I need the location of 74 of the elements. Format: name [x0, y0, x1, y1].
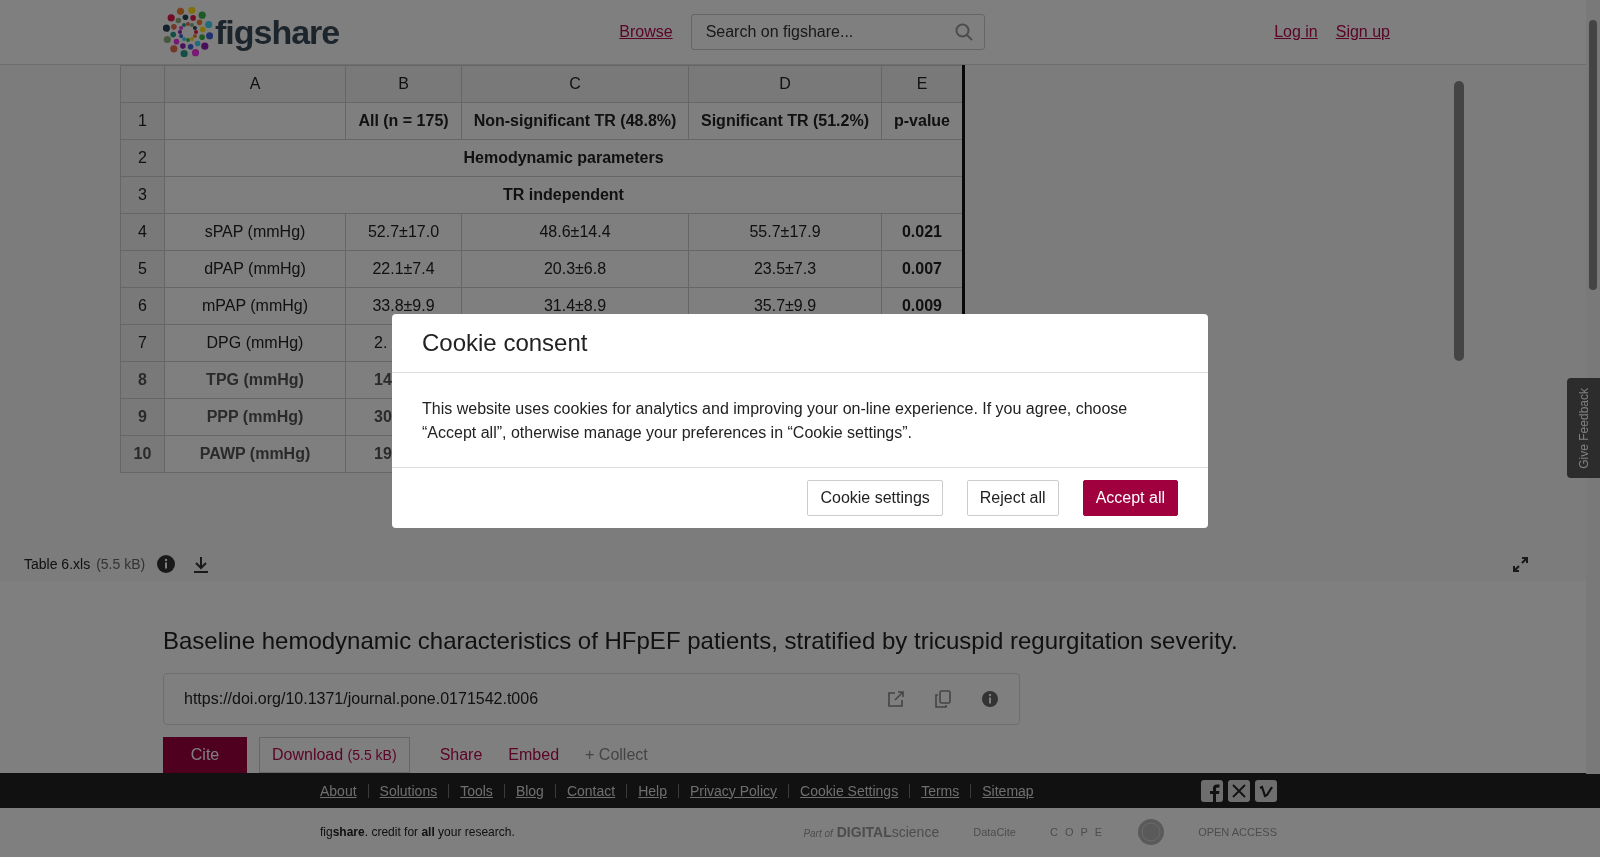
footer-link[interactable]: Solutions [379, 782, 438, 799]
scrollbar-thumb[interactable] [1589, 20, 1597, 290]
download-button[interactable]: Download (5.5 kB) [259, 737, 410, 773]
table-cell: DPG (mmHg) [164, 324, 346, 362]
auth-link[interactable]: Sign up [1335, 23, 1390, 41]
table-cell: 55.7±17.9 [688, 213, 882, 251]
external-link-icon[interactable] [887, 690, 905, 708]
table-cell: PPP (mmHg) [164, 398, 346, 436]
logo-text[interactable]: figshare [215, 12, 340, 52]
table-cell: TPG (mmHg) [164, 361, 346, 399]
facebook-icon[interactable] [1201, 779, 1223, 802]
column-header: C [461, 65, 689, 103]
feedback-tab[interactable]: Give Feedback [1567, 378, 1600, 478]
table-cell: 20.3±6.8 [461, 250, 689, 288]
doi-link[interactable]: https://doi.org/10.1371/journal.pone.0171542.t006 [184, 690, 857, 708]
table-cell: Non-significant TR (48.8%) [461, 102, 689, 140]
table-cell: PAWP (mmHg) [164, 435, 346, 473]
file-name: Table 6.xls [24, 556, 91, 572]
table-cell: 52.7±17.0 [345, 213, 462, 251]
column-header: A [164, 65, 346, 103]
expand-icon[interactable] [1513, 556, 1528, 572]
vimeo-icon[interactable] [1255, 779, 1277, 802]
footer-link[interactable]: Sitemap [982, 782, 1034, 799]
footer-link[interactable]: Help [638, 782, 667, 799]
footer-link[interactable]: About [320, 782, 357, 799]
row-number: 3 [120, 176, 165, 214]
dialog-button[interactable]: Accept all [1082, 480, 1178, 516]
scrollbar-thumb[interactable] [1454, 81, 1464, 361]
footer-link[interactable]: Cookie Settings [800, 782, 899, 799]
x-icon[interactable] [1228, 779, 1250, 802]
footer-link[interactable]: Blog [515, 782, 544, 799]
table-cell: 23.5±7.3 [688, 250, 882, 288]
footer-link[interactable]: Contact [566, 782, 616, 799]
tagline: figshare. credit for all your research. [320, 825, 515, 839]
row-number: 6 [120, 287, 165, 325]
info-icon[interactable] [981, 690, 999, 708]
row-number: 7 [120, 324, 165, 362]
row-number: 4 [120, 213, 165, 251]
table-cell: Significant TR (51.2%) [688, 102, 882, 140]
search-icon[interactable] [954, 23, 973, 41]
info-icon[interactable] [157, 555, 176, 573]
column-header: E [881, 65, 964, 103]
file-size: (5.5 kB) [96, 556, 146, 572]
dialog-button[interactable]: Cookie settings [807, 480, 943, 516]
row-number: 9 [120, 398, 165, 436]
row-number: 8 [120, 361, 165, 399]
copy-icon[interactable] [935, 690, 951, 708]
action-link[interactable]: Embed [508, 746, 560, 764]
dialog-button[interactable]: Reject all [966, 480, 1059, 516]
footer-link[interactable]: Tools [460, 782, 493, 799]
action-link[interactable]: Share [439, 746, 483, 764]
footer-link[interactable]: Terms [921, 782, 960, 799]
row-number: 2 [120, 139, 165, 177]
browse-link[interactable]: Browse [619, 23, 673, 41]
table-cell: sPAP (mmHg) [164, 213, 346, 251]
row-number: 1 [120, 102, 165, 140]
row-number: 5 [120, 250, 165, 288]
seal-icon[interactable] [1138, 819, 1165, 845]
table-cell: mPAP (mmHg) [164, 287, 346, 325]
row-number: 10 [120, 435, 165, 473]
table-cell: 22.1±7.4 [345, 250, 462, 288]
collect-link[interactable]: + Collect [585, 746, 648, 764]
table-cell: dPAP (mmHg) [164, 250, 346, 288]
column-header: B [345, 65, 462, 103]
table-cell: All (n = 175) [345, 102, 462, 140]
download-icon[interactable] [193, 555, 210, 573]
table-cell: 48.6±14.4 [461, 213, 689, 251]
column-header: D [688, 65, 882, 103]
logo-icon [163, 7, 213, 57]
footer-link[interactable]: Privacy Policy [689, 782, 778, 799]
item-title: Baseline hemodynamic characteristics of HFpEF patients, stratified by tricuspid regurgitation severity. [163, 627, 1239, 655]
search-field[interactable]: Search on figshare... [690, 14, 985, 50]
cite-button[interactable]: Cite [163, 737, 247, 773]
auth-link[interactable]: Log in [1274, 23, 1318, 41]
